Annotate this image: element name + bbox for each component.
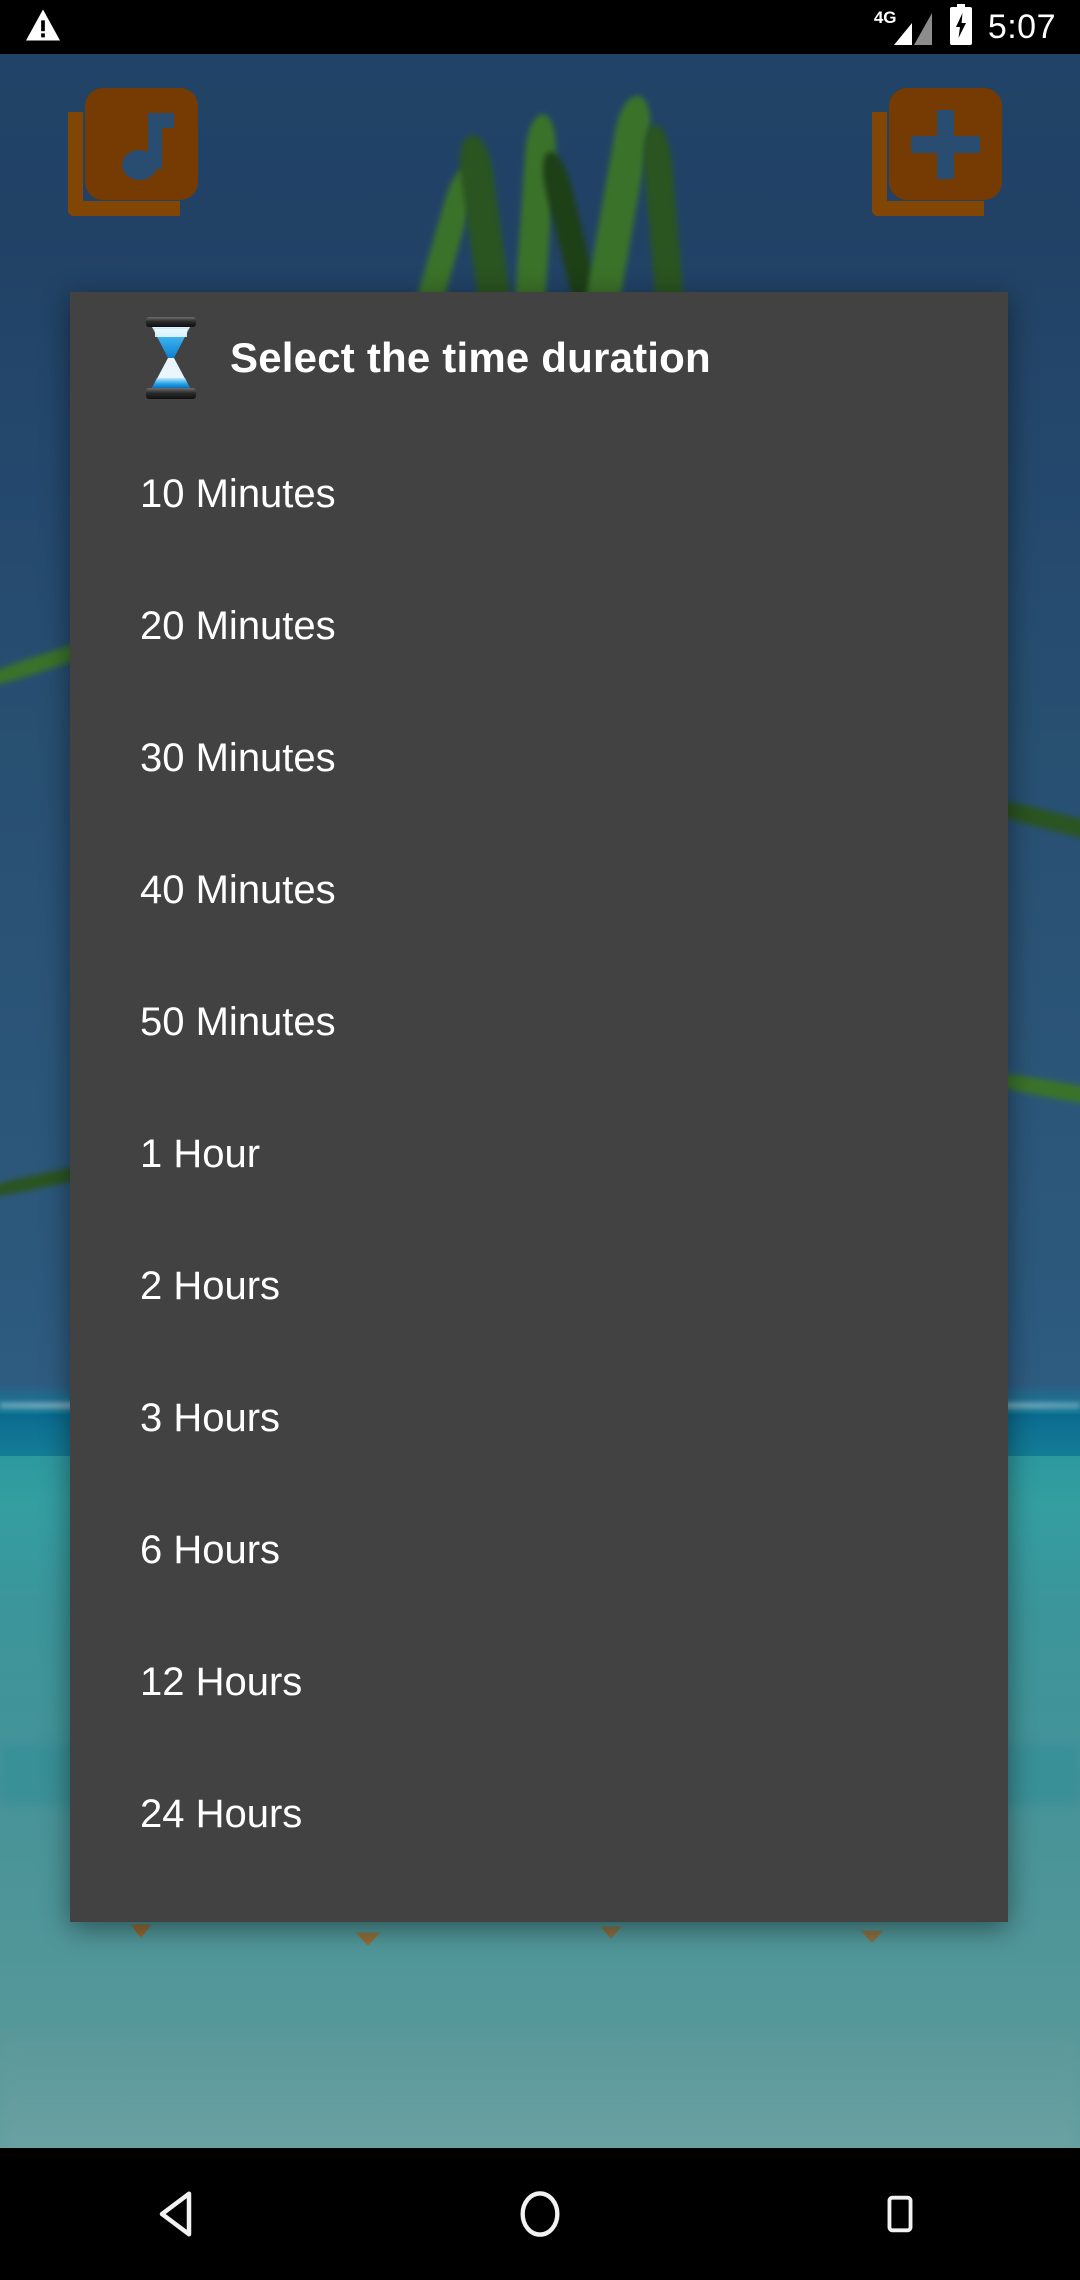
back-triangle-icon[interactable]: [120, 2148, 240, 2280]
status-bar-right: 4G 5:07: [874, 3, 1056, 51]
option-label: 1 Hour: [140, 1131, 261, 1176]
option-label: 20 Minutes: [140, 603, 336, 648]
option-label: 50 Minutes: [140, 999, 336, 1044]
list-item[interactable]: 2 Hours: [70, 1220, 1008, 1352]
status-bar-clock: 5:07: [987, 7, 1056, 46]
duration-option-list: 10 Minutes 20 Minutes 30 Minutes 40 Minu…: [70, 424, 1008, 1880]
list-item[interactable]: 40 Minutes: [70, 824, 1008, 956]
battery-charging-icon: [948, 3, 974, 51]
list-item[interactable]: 50 Minutes: [70, 956, 1008, 1088]
time-duration-dialog: Select the time duration 10 Minutes 20 M…: [70, 292, 1008, 1922]
list-item[interactable]: 1 Hour: [70, 1088, 1008, 1220]
option-label: 3 Hours: [140, 1395, 281, 1440]
option-label: 24 Hours: [140, 1791, 303, 1836]
list-item[interactable]: 20 Minutes: [70, 560, 1008, 692]
option-label: 10 Minutes: [140, 471, 336, 516]
list-item[interactable]: 24 Hours: [70, 1748, 1008, 1880]
dialog-title: Select the time duration: [230, 334, 711, 381]
phone-screen: 4G 5:07 Select the time duration 10 Minu…: [0, 0, 1080, 2280]
option-label: 12 Hours: [140, 1659, 303, 1704]
list-item[interactable]: 3 Hours: [70, 1352, 1008, 1484]
hourglass-icon: [140, 316, 202, 400]
option-label: 2 Hours: [140, 1263, 281, 1308]
warning-triangle-icon: [24, 8, 62, 47]
option-label: 30 Minutes: [140, 735, 336, 780]
dialog-header: Select the time duration: [70, 292, 1008, 424]
android-navigation-bar: [0, 2148, 1080, 2280]
list-item[interactable]: 12 Hours: [70, 1616, 1008, 1748]
home-circle-icon[interactable]: [480, 2148, 600, 2280]
list-item[interactable]: 10 Minutes: [70, 428, 1008, 560]
option-label: 6 Hours: [140, 1527, 281, 1572]
list-item[interactable]: 30 Minutes: [70, 692, 1008, 824]
option-label: 40 Minutes: [140, 867, 336, 912]
recents-square-icon[interactable]: [840, 2148, 960, 2280]
status-bar-left: [24, 8, 62, 47]
status-bar: 4G 5:07: [0, 0, 1080, 54]
signal-bars-icon: 4G: [874, 7, 934, 47]
list-item[interactable]: 6 Hours: [70, 1484, 1008, 1616]
